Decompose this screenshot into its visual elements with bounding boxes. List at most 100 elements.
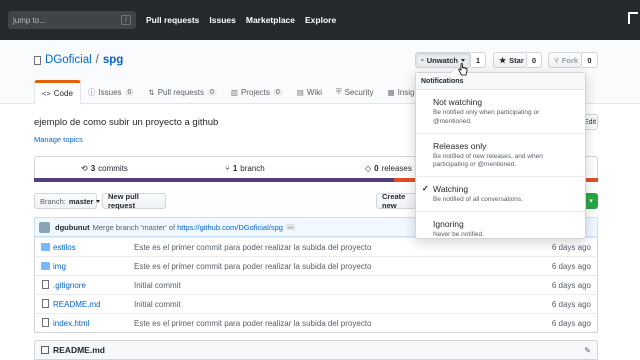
nav-explore[interactable]: Explore xyxy=(305,15,336,25)
folder-icon xyxy=(41,243,50,251)
repo-title-separator: / xyxy=(95,54,99,66)
readme-header: README.md ✎ xyxy=(34,340,598,360)
fork-label: Fork xyxy=(561,55,579,65)
file-name[interactable]: img xyxy=(53,262,66,271)
fork-button[interactable]: ⑂ Fork xyxy=(548,52,582,68)
search-input[interactable]: jump to... / xyxy=(8,11,136,29)
nav-marketplace[interactable]: Marketplace xyxy=(246,15,295,25)
file-row-index-html[interactable]: index.html Este es el primer commit para… xyxy=(35,313,597,332)
file-name[interactable]: index.html xyxy=(53,319,89,328)
commits-summary[interactable]: ⟲ 3 commits xyxy=(81,164,128,173)
option-title: Releases only xyxy=(433,140,487,151)
file-commit-message[interactable]: Este es el primer commit para poder real… xyxy=(134,262,371,271)
tab-wiki[interactable]: ▤ Wiki xyxy=(290,80,329,104)
unwatch-label: Unwatch xyxy=(426,55,458,65)
option-description: Be notified of new releases, and when pa… xyxy=(433,152,543,169)
repo-name-link[interactable]: spg xyxy=(103,54,123,66)
option-title: Watching xyxy=(433,184,469,195)
eye-icon xyxy=(421,59,424,61)
branch-count: 1 xyxy=(232,164,238,173)
pencil-icon[interactable]: ✎ xyxy=(584,346,591,355)
repo-description: ejemplo de como subir un proyecto a gith… xyxy=(34,117,219,128)
avatar[interactable] xyxy=(39,221,50,233)
repo-tabs: <> Code ⓘ Issues 0 ⇅ Pull requests 0 ▥ P… xyxy=(34,80,426,105)
wiki-icon: ▤ xyxy=(296,87,304,97)
global-header: jump to... / Pull requests Issues Market… xyxy=(0,0,640,40)
project-icon: ▥ xyxy=(230,87,238,97)
hand-cursor-icon xyxy=(458,63,468,76)
nav-issues[interactable]: Issues xyxy=(209,15,235,25)
option-description: Never be notified. xyxy=(433,230,484,238)
file-name[interactable]: README.md xyxy=(53,300,101,309)
commits-label: commits xyxy=(98,164,128,173)
repo-owner-link[interactable]: DGoficial xyxy=(45,54,92,66)
file-commit-message[interactable]: Initial commit xyxy=(134,300,181,309)
nav-pull-requests[interactable]: Pull requests xyxy=(146,15,199,25)
tab-pull-requests[interactable]: ⇅ Pull requests 0 xyxy=(141,80,223,104)
create-new-file-button[interactable]: Create new xyxy=(376,192,416,210)
expand-commit-button[interactable]: ... xyxy=(285,224,295,230)
file-age: 6 days ago xyxy=(551,318,591,328)
star-count[interactable]: 0 xyxy=(527,52,542,68)
tab-projects-label: Projects xyxy=(240,87,270,97)
notifications-dropdown: Notifications Not watching Be notified o… xyxy=(415,67,586,239)
tab-issues-label: Issues xyxy=(98,87,122,97)
notifications-dropdown-header: Notifications xyxy=(416,73,585,90)
branch-summary[interactable]: ⑂ 1 branch xyxy=(225,164,265,173)
tab-security[interactable]: ⛨ Security xyxy=(329,80,381,104)
file-row-gitignore[interactable]: .gitignore Initial commit 6 days ago xyxy=(35,275,597,294)
commit-link[interactable]: https://github.com/DGoficial/spg xyxy=(177,223,283,232)
file-age: 6 days ago xyxy=(551,261,591,271)
tab-projects[interactable]: ▥ Projects 0 xyxy=(224,80,290,104)
tab-projects-count: 0 xyxy=(272,88,283,96)
branch-prefix: Branch: xyxy=(40,196,66,206)
tab-code-label: Code xyxy=(53,89,73,98)
folder-icon xyxy=(41,262,50,270)
header-nav: Pull requests Issues Marketplace Explore xyxy=(146,15,346,25)
releases-summary[interactable]: ◇ 0 releases xyxy=(365,164,412,173)
code-icon: <> xyxy=(42,89,51,98)
file-name[interactable]: .gitignore xyxy=(53,281,86,290)
pull-request-icon: ⇅ xyxy=(148,87,155,97)
file-age: 6 days ago xyxy=(551,299,591,309)
notifications-bell-icon[interactable] xyxy=(628,12,638,24)
file-commit-message[interactable]: Este es el primer commit para poder real… xyxy=(134,243,371,252)
readme-title: README.md xyxy=(53,345,105,355)
chevron-down-icon xyxy=(461,58,465,62)
notification-option-ignoring[interactable]: Ignoring Never be notified. xyxy=(416,212,585,246)
clone-download-button[interactable]: ▾ xyxy=(584,193,598,209)
file-commit-message[interactable]: Initial commit xyxy=(134,281,181,290)
notification-option-not-watching[interactable]: Not watching Be notified only when parti… xyxy=(416,90,585,134)
fork-count[interactable]: 0 xyxy=(582,52,598,68)
tab-pull-requests-label: Pull requests xyxy=(157,87,204,97)
releases-count: 0 xyxy=(374,164,379,173)
manage-topics-link[interactable]: Manage topics xyxy=(34,135,83,144)
issue-icon: ⓘ xyxy=(87,87,96,97)
file-row-readme[interactable]: README.md Initial commit 6 days ago xyxy=(35,294,597,313)
star-label: Star xyxy=(509,55,524,65)
check-icon: ✓ xyxy=(422,184,429,194)
notification-option-releases-only[interactable]: Releases only Be notified of new release… xyxy=(416,134,585,178)
watch-count[interactable]: 1 xyxy=(471,52,486,68)
tab-wiki-label: Wiki xyxy=(306,87,322,97)
file-list: estilos Este es el primer commit para po… xyxy=(34,237,598,333)
branch-select[interactable]: Branch: master xyxy=(34,193,101,209)
file-name[interactable]: estilos xyxy=(53,243,76,252)
file-commit-message[interactable]: Este es el primer commit para poder real… xyxy=(134,319,371,328)
book-icon xyxy=(41,346,49,354)
tab-issues[interactable]: ⓘ Issues 0 xyxy=(81,80,142,104)
file-icon xyxy=(42,280,49,289)
option-description: Be notified only when participating or @… xyxy=(433,109,540,125)
repo-book-icon xyxy=(34,55,41,65)
notification-option-watching[interactable]: ✓ Watching Be notified of all conversati… xyxy=(416,177,585,212)
tab-code[interactable]: <> Code xyxy=(34,80,81,105)
new-pull-request-button[interactable]: New pull request xyxy=(102,192,166,210)
star-button[interactable]: ★ Star xyxy=(493,52,527,68)
file-icon xyxy=(42,299,49,308)
commit-message[interactable]: Merge branch 'master' of xyxy=(93,223,175,232)
releases-label: releases xyxy=(381,164,412,173)
slash-shortcut-icon: / xyxy=(121,15,131,25)
file-row-img[interactable]: img Este es el primer commit para poder … xyxy=(35,256,597,275)
tab-pull-requests-count: 0 xyxy=(206,88,217,96)
commit-author[interactable]: dgubunut xyxy=(55,223,90,232)
